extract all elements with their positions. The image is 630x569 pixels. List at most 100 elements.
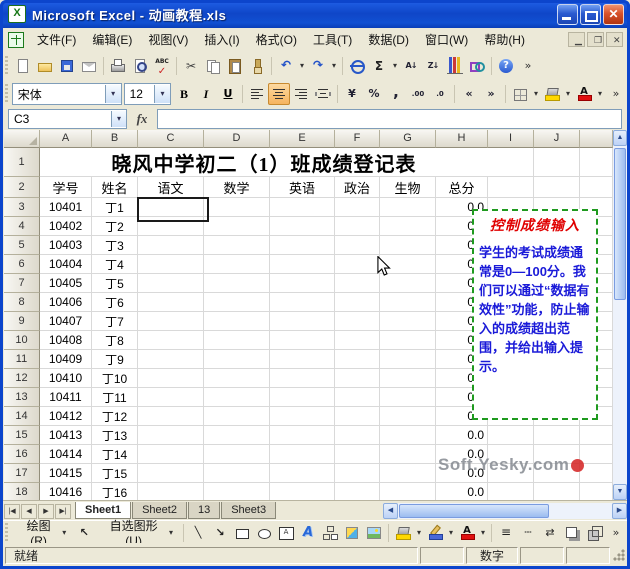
- cell[interactable]: [488, 148, 534, 177]
- student-name-cell[interactable]: 丁11: [92, 388, 138, 407]
- cell[interactable]: [270, 388, 335, 407]
- select-objects-icon[interactable]: [73, 522, 95, 544]
- decrease-decimal-icon[interactable]: [429, 83, 451, 105]
- cell[interactable]: [138, 293, 204, 312]
- row-header[interactable]: 12: [4, 369, 40, 388]
- cell[interactable]: [534, 483, 580, 500]
- student-name-cell[interactable]: 丁15: [92, 464, 138, 483]
- cell[interactable]: [204, 388, 270, 407]
- undo-icon[interactable]: [275, 55, 297, 77]
- decrease-indent-icon[interactable]: [458, 83, 480, 105]
- row-header[interactable]: 4: [4, 217, 40, 236]
- row-header[interactable]: 16: [4, 445, 40, 464]
- cell[interactable]: [138, 483, 204, 500]
- cell[interactable]: [580, 148, 613, 177]
- student-name-cell[interactable]: 丁13: [92, 426, 138, 445]
- cell[interactable]: [335, 483, 380, 500]
- student-name-cell[interactable]: 丁12: [92, 407, 138, 426]
- toolbar-options-icon[interactable]: [517, 55, 539, 77]
- cell[interactable]: [204, 236, 270, 255]
- text-box-icon[interactable]: [275, 522, 297, 544]
- line-icon[interactable]: [187, 522, 209, 544]
- cell[interactable]: [580, 177, 613, 198]
- cell[interactable]: [335, 217, 380, 236]
- cell[interactable]: [270, 255, 335, 274]
- font-name-combo[interactable]: 宋体 ▾: [11, 83, 122, 105]
- row-header[interactable]: 15: [4, 426, 40, 445]
- row-header[interactable]: 13: [4, 388, 40, 407]
- column-header[interactable]: F: [335, 130, 380, 148]
- cell[interactable]: [335, 464, 380, 483]
- cell[interactable]: [138, 445, 204, 464]
- chevron-down-icon[interactable]: ▾: [111, 111, 126, 127]
- cell[interactable]: [204, 255, 270, 274]
- toolbar-options-icon[interactable]: [605, 83, 627, 105]
- cell[interactable]: [204, 350, 270, 369]
- chart-wizard-icon[interactable]: [444, 55, 466, 77]
- student-id-cell[interactable]: 10407: [40, 312, 92, 331]
- student-id-cell[interactable]: 10412: [40, 407, 92, 426]
- save-icon[interactable]: [56, 55, 78, 77]
- font-color-icon[interactable]: [456, 522, 478, 544]
- student-id-cell[interactable]: 10404: [40, 255, 92, 274]
- row-header[interactable]: 9: [4, 312, 40, 331]
- scroll-up-icon[interactable]: ▲: [613, 130, 627, 146]
- fill-color-dropdown[interactable]: [563, 83, 573, 105]
- column-title-cell[interactable]: 总分: [436, 177, 488, 198]
- cell[interactable]: [380, 331, 436, 350]
- print-preview-icon[interactable]: [129, 55, 151, 77]
- student-name-cell[interactable]: 丁3: [92, 236, 138, 255]
- student-id-cell[interactable]: 10416: [40, 483, 92, 500]
- cell[interactable]: [380, 293, 436, 312]
- menu-item[interactable]: 工具(T): [305, 28, 360, 51]
- student-name-cell[interactable]: 丁1: [92, 198, 138, 217]
- open-icon[interactable]: [34, 55, 56, 77]
- cell[interactable]: [335, 426, 380, 445]
- student-name-cell[interactable]: 丁16: [92, 483, 138, 500]
- cell[interactable]: [270, 407, 335, 426]
- cell[interactable]: [580, 483, 613, 500]
- line-color-icon[interactable]: [424, 522, 446, 544]
- cell[interactable]: [138, 331, 204, 350]
- cell[interactable]: [380, 483, 436, 500]
- merge-center-icon[interactable]: [312, 83, 334, 105]
- cell[interactable]: [335, 445, 380, 464]
- cell[interactable]: [270, 464, 335, 483]
- column-header[interactable]: I: [488, 130, 534, 148]
- drawing-icon[interactable]: [466, 55, 488, 77]
- sort-ascending-icon[interactable]: [400, 55, 422, 77]
- borders-dropdown[interactable]: [531, 83, 541, 105]
- cell[interactable]: [204, 445, 270, 464]
- cell[interactable]: [335, 293, 380, 312]
- cell[interactable]: [138, 369, 204, 388]
- diagram-icon[interactable]: [319, 522, 341, 544]
- horizontal-scroll-thumb[interactable]: [399, 504, 549, 518]
- cell[interactable]: [380, 369, 436, 388]
- menu-item[interactable]: 数据(D): [360, 28, 417, 51]
- cell[interactable]: [380, 236, 436, 255]
- cell[interactable]: [204, 426, 270, 445]
- chevron-down-icon[interactable]: ▾: [154, 85, 170, 103]
- column-title-cell[interactable]: 学号: [40, 177, 92, 198]
- shadow-style-icon[interactable]: [561, 522, 583, 544]
- email-icon[interactable]: [78, 55, 100, 77]
- cell[interactable]: [380, 255, 436, 274]
- oval-icon[interactable]: [253, 522, 275, 544]
- line-color-dropdown[interactable]: [446, 522, 456, 544]
- dash-style-icon[interactable]: [517, 522, 539, 544]
- autosum-dropdown[interactable]: [390, 55, 400, 77]
- restore-button[interactable]: [580, 3, 601, 25]
- menu-item[interactable]: 帮助(H): [476, 28, 533, 51]
- cell[interactable]: [138, 350, 204, 369]
- student-id-cell[interactable]: 10409: [40, 350, 92, 369]
- cell[interactable]: [138, 464, 204, 483]
- cell[interactable]: [270, 217, 335, 236]
- menu-item[interactable]: 插入(I): [196, 28, 247, 51]
- cell[interactable]: [380, 274, 436, 293]
- minimize-button[interactable]: [557, 3, 578, 25]
- rectangle-icon[interactable]: [231, 522, 253, 544]
- cell[interactable]: [488, 483, 534, 500]
- autosum-icon[interactable]: [368, 55, 390, 77]
- student-name-cell[interactable]: 丁2: [92, 217, 138, 236]
- cell[interactable]: [335, 198, 380, 217]
